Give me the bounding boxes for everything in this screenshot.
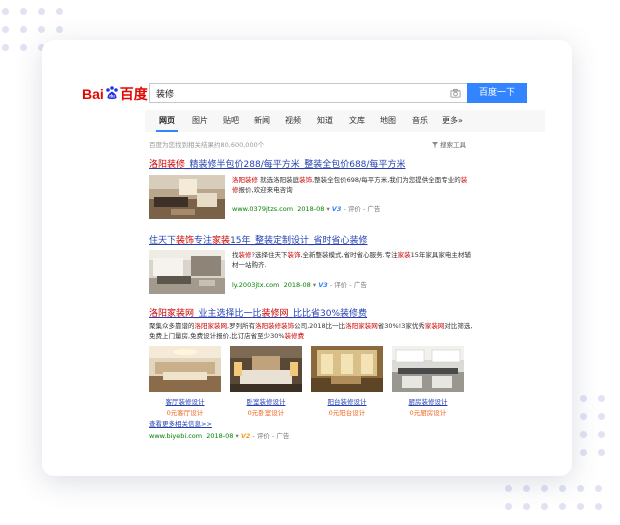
v-badge[interactable]: V2 (241, 432, 251, 440)
title-text: _比比省30%装修费 (288, 309, 368, 319)
desc-text: 省30%!3家优秀 (377, 322, 425, 330)
tab-wenku[interactable]: 文库 (349, 110, 365, 132)
gallery-price-balcony[interactable]: 0元阳台设计 (315, 407, 379, 417)
result-3-description: 聚集众多靠谱的洛阳家装网,罗列所有洛阳装修装饰公司,2018比一比洛阳家装网省3… (149, 321, 475, 341)
logo-text-cn: 百度 (119, 86, 148, 102)
ad-label: 广告 (353, 281, 367, 289)
gallery-price-kitchen[interactable]: 0元厨房设计 (396, 407, 460, 417)
chevron-down-icon[interactable]: ▾ (326, 205, 329, 213)
result-1-title[interactable]: 洛阳装修_精装修半包价288/每平方米_整装全包价688/每平方米 (149, 157, 405, 170)
more-info-link[interactable]: 查看更多相关信息>> (149, 418, 212, 428)
result-date: 2018-08 (297, 205, 325, 213)
desc-highlight: 装修费 (284, 332, 305, 340)
result-url[interactable]: www.biyebi.com (149, 432, 202, 440)
search-input[interactable]: 装修 (156, 87, 174, 100)
desc-text: 就选洛阳装庭 (258, 176, 300, 184)
tab-tieba[interactable]: 贴吧 (223, 110, 239, 132)
eval-link[interactable]: 评价 (257, 432, 270, 440)
result-2-title[interactable]: 住天下装饰专注家装15年_整装定制设计_省时省心装修 (149, 233, 368, 246)
chevron-down-icon[interactable]: ▾ (235, 432, 238, 440)
desc-text: ,整装全包价698/每平方米,我们为您提供全面专业的 (312, 176, 461, 184)
result-count: 百度为您找到相关结果约80,600,000个 (149, 141, 265, 149)
desc-text: ?选择住天下 (251, 251, 288, 259)
gallery-price-living-room[interactable]: 0元客厅设计 (153, 407, 217, 417)
title-highlight: 装修网 (261, 309, 289, 319)
result-date: 2018-08 (283, 281, 311, 289)
result-3-title[interactable]: 洛阳家装网_业主选择比一比装修网_比比省30%装修费 (149, 306, 367, 319)
title-text: 住天下 (149, 236, 177, 246)
desc-highlight: 洛阳家装网 (194, 322, 228, 330)
title-text: 专注 (194, 236, 213, 246)
desc-highlight: 装修 (238, 251, 252, 259)
desc-text: ,全新整装模式,省时省心服务.专注 (300, 251, 398, 259)
gallery-label-living-room[interactable]: 客厅装修设计 (153, 396, 217, 406)
search-results-card: Bai du 百度 装修 百度一下 网页 图片 贴吧 新闻 视频 知道 文库 地图 … (42, 40, 572, 476)
gallery-price-bedroom[interactable]: 0元卧室设计 (234, 407, 298, 417)
search-box[interactable]: 装修 (149, 83, 467, 103)
gallery-thumb-bedroom[interactable] (230, 346, 302, 392)
search-tools-label: 搜索工具 (440, 141, 466, 149)
result-1-thumbnail[interactable] (149, 175, 225, 219)
ad-label: 广告 (276, 432, 290, 440)
v-badge[interactable]: V3 (332, 205, 342, 213)
eval-link[interactable]: 评价 (334, 281, 347, 289)
result-2-url-line: ly.2003jtx.com 2018-08 ▾ V3 - 评价 - 广告 (232, 281, 367, 289)
title-highlight: 装饰 (176, 236, 195, 246)
desc-text: 报价,欢迎来电咨询 (238, 186, 293, 194)
result-date: 2018-08 (206, 432, 234, 440)
desc-highlight: 洛阳家装网 (345, 322, 378, 330)
gallery-label-kitchen[interactable]: 厨房装修设计 (396, 396, 460, 406)
result-url[interactable]: ly.2003jtx.com (232, 281, 279, 289)
svg-text:du: du (109, 94, 115, 99)
result-2-description: 找装修?选择住天下装饰,全新整装模式,省时省心服务.专注家装15年家具家电主材辅… (232, 250, 472, 270)
title-text: _业主选择比一比 (194, 309, 262, 319)
tab-music[interactable]: 音乐 (412, 110, 428, 132)
eval-link[interactable]: 评价 (348, 205, 361, 213)
search-button[interactable]: 百度一下 (467, 83, 527, 103)
result-url[interactable]: www.0379jtzs.com (232, 205, 293, 213)
desc-highlight: 洛阳装修装饰 (255, 322, 295, 330)
gallery-thumb-balcony[interactable] (311, 346, 383, 392)
decor-dots-bottom (505, 485, 615, 515)
baidu-logo[interactable]: Bai du 百度 (82, 82, 148, 106)
tab-video[interactable]: 视频 (285, 110, 301, 132)
tab-more[interactable]: 更多» (442, 110, 463, 132)
title-highlight: 家装 (212, 236, 231, 246)
title-highlight: 洛阳装修 (149, 160, 186, 170)
result-1-url-line: www.0379jtzs.com 2018-08 ▾ V3 - 评价 - 广告 (232, 205, 381, 213)
result-1-description: 洛阳装修 就选洛阳装庭装饰,整装全包价698/每平方米,我们为您提供全面专业的装… (232, 175, 472, 195)
desc-text: 公司,2018比一比 (294, 322, 346, 330)
logo-text-latin: Bai (82, 86, 104, 102)
desc-highlight: 洛阳装修 (232, 176, 258, 184)
paw-icon: du (105, 86, 118, 100)
result-2-thumbnail[interactable] (149, 250, 225, 294)
desc-text: 聚集众多靠谱的 (149, 322, 195, 330)
desc-highlight: 家装 (397, 251, 411, 259)
title-text: _精装修半包价288/每平方米_整装全包价688/每平方米 (185, 160, 406, 170)
title-text: 15年_整装定制设计_省时省心装修 (230, 236, 368, 246)
tab-web[interactable]: 网页 (156, 110, 178, 132)
tab-images[interactable]: 图片 (192, 110, 208, 132)
gallery-thumb-kitchen[interactable] (392, 346, 464, 392)
gallery-label-bedroom[interactable]: 卧室装修设计 (234, 396, 298, 406)
result-3-url-line: www.biyebi.com 2018-08 ▾ V2 - 评价 - 广告 (149, 432, 290, 440)
search-tools-button[interactable]: 搜索工具 (432, 139, 466, 149)
chevron-down-icon[interactable]: ▾ (313, 281, 316, 289)
tab-news[interactable]: 新闻 (254, 110, 270, 132)
search-tabs: 网页 图片 贴吧 新闻 视频 知道 文库 地图 音乐 更多» (145, 110, 545, 132)
title-highlight: 洛阳家装网 (149, 309, 195, 319)
gallery-thumb-living-room[interactable] (149, 346, 221, 392)
tab-zhidao[interactable]: 知道 (317, 110, 333, 132)
desc-highlight: 装饰 (287, 251, 301, 259)
tab-map[interactable]: 地图 (380, 110, 396, 132)
v-badge[interactable]: V3 (318, 281, 328, 289)
decor-dots-right (580, 395, 620, 475)
desc-highlight: 装饰 (299, 176, 313, 184)
ad-label: 广告 (367, 205, 381, 213)
camera-icon[interactable] (450, 88, 461, 99)
gallery-label-balcony[interactable]: 阳台装修设计 (315, 396, 379, 406)
desc-highlight: 家装网 (424, 322, 445, 330)
filter-icon (432, 142, 438, 148)
desc-text: ,罗列所有 (227, 322, 256, 330)
